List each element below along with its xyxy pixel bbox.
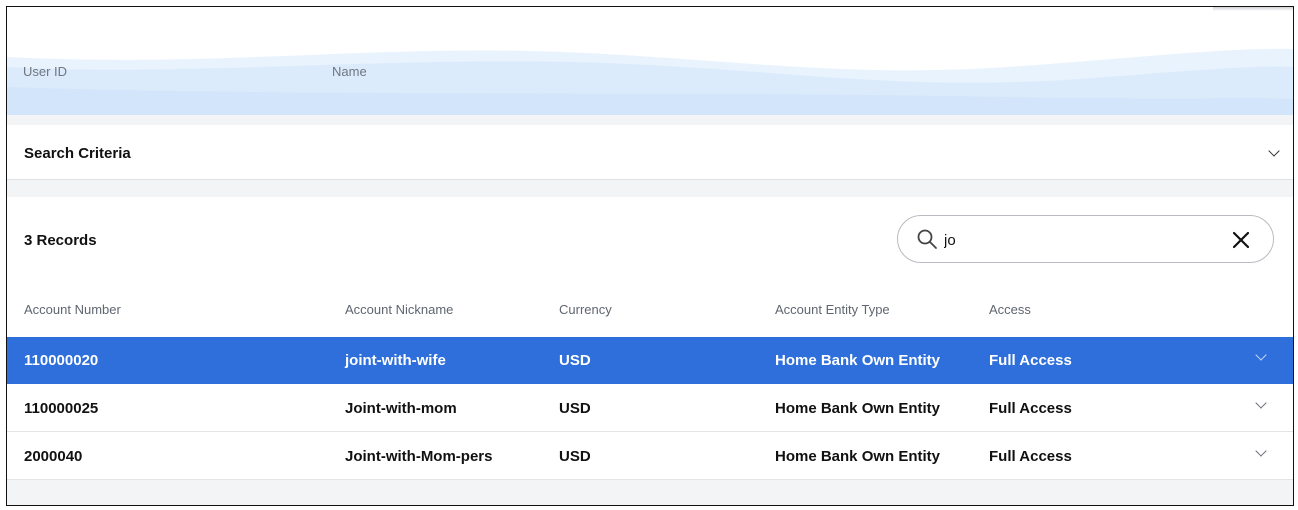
table-row[interactable]: 110000020 joint-with-wife USD Home Bank … bbox=[7, 337, 1293, 384]
account-number-cell: 110000025 bbox=[24, 400, 99, 417]
records-count: 3 Records bbox=[24, 232, 97, 249]
chevron-down-icon[interactable] bbox=[1255, 349, 1267, 361]
top-shadow-decoration bbox=[1213, 7, 1293, 11]
currency-cell: USD bbox=[559, 352, 591, 369]
entity-type-cell: Home Bank Own Entity bbox=[775, 448, 941, 465]
name-label: Name bbox=[332, 64, 367, 79]
access-cell: Full Access bbox=[989, 352, 1072, 369]
records-search-field[interactable] bbox=[897, 215, 1274, 263]
chevron-down-icon[interactable] bbox=[1268, 145, 1280, 157]
column-header-account-number[interactable]: Account Number bbox=[24, 302, 121, 317]
entity-type-cell: Home Bank Own Entity bbox=[775, 352, 941, 369]
close-icon[interactable] bbox=[1231, 230, 1251, 250]
search-criteria-panel[interactable]: Search Criteria bbox=[7, 125, 1293, 180]
currency-cell: USD bbox=[559, 448, 591, 465]
entity-type-cell: Home Bank Own Entity bbox=[775, 400, 941, 417]
account-number-cell: 110000020 bbox=[24, 352, 99, 369]
chevron-down-icon[interactable] bbox=[1255, 445, 1267, 457]
column-header-access[interactable]: Access bbox=[989, 302, 1031, 317]
access-cell: Full Access bbox=[989, 400, 1072, 417]
user-header: User ID Name bbox=[7, 7, 1293, 115]
column-header-account-entity-type[interactable]: Account Entity Type bbox=[775, 302, 890, 317]
chevron-down-icon[interactable] bbox=[1255, 397, 1267, 409]
header-wave-decoration bbox=[7, 48, 1293, 115]
account-nickname-cell: joint-with-wife bbox=[345, 352, 446, 369]
column-header-currency[interactable]: Currency bbox=[559, 302, 612, 317]
app-window: User ID Name Search Criteria 3 Records A… bbox=[6, 6, 1294, 506]
search-criteria-title: Search Criteria bbox=[24, 145, 131, 162]
account-nickname-cell: Joint-with-mom bbox=[345, 400, 457, 417]
table-row[interactable]: 110000025 Joint-with-mom USD Home Bank O… bbox=[7, 385, 1293, 432]
access-cell: Full Access bbox=[989, 448, 1072, 465]
search-input[interactable] bbox=[944, 228, 1224, 252]
account-nickname-cell: Joint-with-Mom-pers bbox=[345, 448, 493, 465]
search-icon bbox=[917, 229, 937, 249]
table-row[interactable]: 2000040 Joint-with-Mom-pers USD Home Ban… bbox=[7, 433, 1293, 480]
column-header-account-nickname[interactable]: Account Nickname bbox=[345, 302, 453, 317]
account-number-cell: 2000040 bbox=[24, 448, 83, 465]
currency-cell: USD bbox=[559, 400, 591, 417]
records-panel: 3 Records Account Number Account Nicknam… bbox=[7, 197, 1293, 480]
user-id-label: User ID bbox=[23, 64, 68, 79]
